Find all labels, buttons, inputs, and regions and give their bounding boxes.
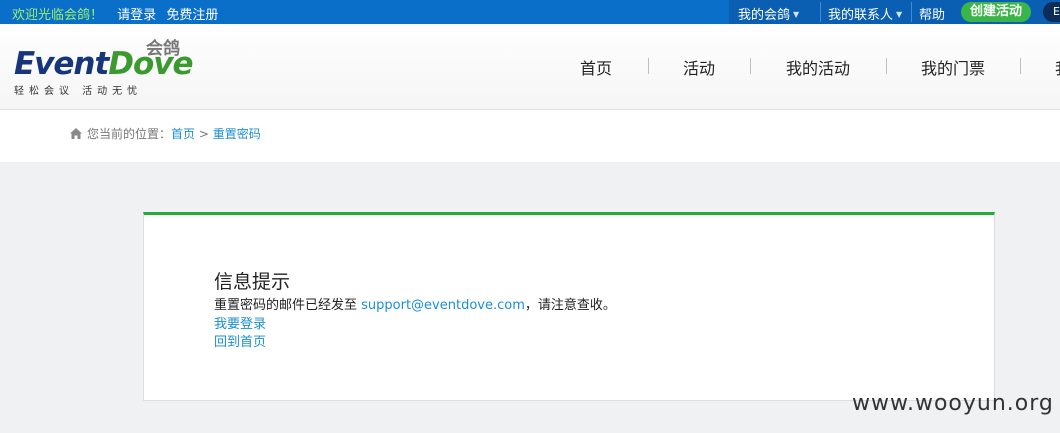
my-huige-menu[interactable]: 我的会鸽 ▼ — [738, 4, 799, 23]
my-contacts-menu[interactable]: 我的联系人 ▼ — [828, 4, 902, 23]
nav-item-more[interactable]: 我 — [1055, 55, 1060, 79]
breadcrumb: 您当前的位置：首页 > 重置密码 — [69, 125, 261, 142]
breadcrumb-bar: 您当前的位置：首页 > 重置密码 — [0, 110, 1060, 162]
top-bar: 欢迎光临会鸽！ 请登录 免费注册 我的会鸽 ▼ 我的联系人 ▼ 帮助 创建活动 E — [0, 0, 1060, 24]
chevron-down-icon: ▼ — [896, 10, 903, 19]
panel-title: 信息提示 — [214, 271, 291, 293]
nav-divider — [648, 58, 649, 74]
chevron-down-icon: ▼ — [793, 10, 800, 19]
language-button[interactable]: E — [1043, 2, 1060, 22]
message-text: 重置密码的邮件已经发至 — [214, 298, 362, 313]
divider — [911, 2, 912, 22]
my-huige-label: 我的会鸽 — [738, 8, 791, 23]
watermark: www.wooyun.org — [852, 391, 1054, 416]
nav-item-events[interactable]: 活动 — [683, 55, 715, 79]
register-link[interactable]: 免费注册 — [166, 8, 218, 23]
back-home-link[interactable]: 回到首页 — [214, 331, 266, 350]
nav-item-home[interactable]: 首页 — [580, 55, 612, 79]
breadcrumb-prefix: 您当前的位置： — [87, 127, 172, 141]
nav-divider — [750, 58, 751, 74]
nav-divider — [886, 58, 887, 74]
nav-item-my-events[interactable]: 我的活动 — [786, 55, 850, 79]
login-link-panel[interactable]: 我要登录 — [214, 313, 266, 332]
email-link[interactable]: support@eventdove.com — [361, 298, 525, 313]
top-bar-left: 欢迎光临会鸽！ 请登录 免费注册 — [12, 4, 224, 23]
breadcrumb-separator: > — [195, 127, 213, 141]
main-nav: 首页 活动 我的活动 我的门票 我 — [0, 24, 1060, 109]
login-link[interactable]: 请登录 — [117, 8, 156, 23]
home-icon — [70, 128, 82, 139]
create-event-button[interactable]: 创建活动 — [961, 2, 1031, 22]
help-link[interactable]: 帮助 — [919, 4, 945, 23]
welcome-text: 欢迎光临会鸽！ — [12, 8, 104, 23]
top-bar-right: 我的会鸽 ▼ 我的联系人 ▼ 帮助 创建活动 E — [729, 0, 1060, 24]
header: EventDove 会鸽 轻松会议 活动无忧 首页 活动 我的活动 我的门票 我 — [0, 24, 1060, 110]
nav-item-my-tickets[interactable]: 我的门票 — [921, 55, 985, 79]
breadcrumb-current[interactable]: 重置密码 — [213, 127, 261, 141]
panel-message: 重置密码的邮件已经发至 support@eventdove.com，请注意查收。 — [214, 294, 616, 313]
info-panel: 信息提示 重置密码的邮件已经发至 support@eventdove.com，请… — [143, 212, 995, 401]
divider — [820, 2, 821, 22]
breadcrumb-home-link[interactable]: 首页 — [171, 127, 195, 141]
message-suffix: ，请注意查收。 — [524, 298, 616, 313]
nav-divider — [1020, 58, 1021, 74]
my-contacts-label: 我的联系人 — [828, 8, 894, 23]
